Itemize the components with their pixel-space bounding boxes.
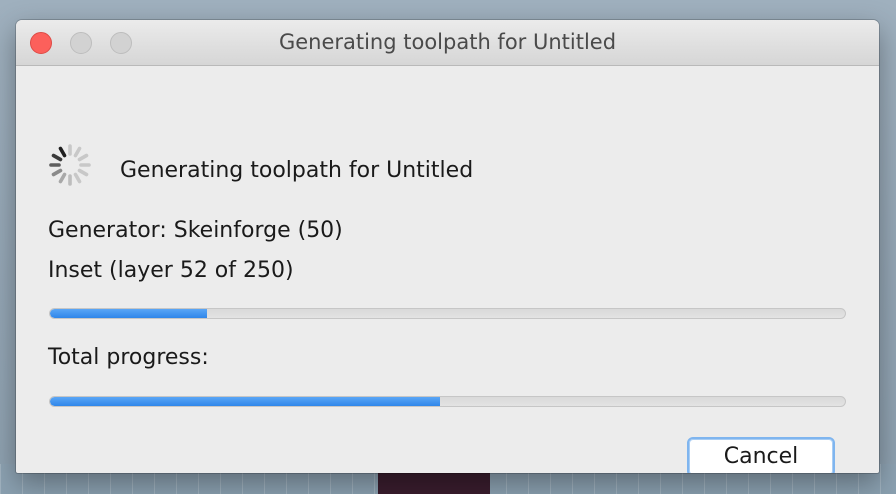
step-progress-bar (49, 308, 846, 319)
current-step-label: Inset (layer 52 of 250) (48, 258, 294, 283)
background-model-object (378, 472, 490, 494)
generator-label: Generator: Skeinforge (50) (48, 218, 343, 243)
status-message: Generating toolpath for Untitled (120, 158, 474, 183)
total-progress-fill (50, 397, 440, 406)
step-progress-fill (50, 309, 208, 318)
spinner-icon (49, 144, 91, 186)
title-bar[interactable]: Generating toolpath for Untitled (16, 20, 879, 66)
window-title: Generating toolpath for Untitled (278, 30, 617, 54)
cancel-button[interactable]: Cancel (687, 437, 835, 473)
progress-dialog: Generating toolpath for Untitled Generat… (16, 20, 879, 473)
total-progress-bar (49, 396, 846, 407)
total-progress-label: Total progress: (48, 345, 209, 370)
